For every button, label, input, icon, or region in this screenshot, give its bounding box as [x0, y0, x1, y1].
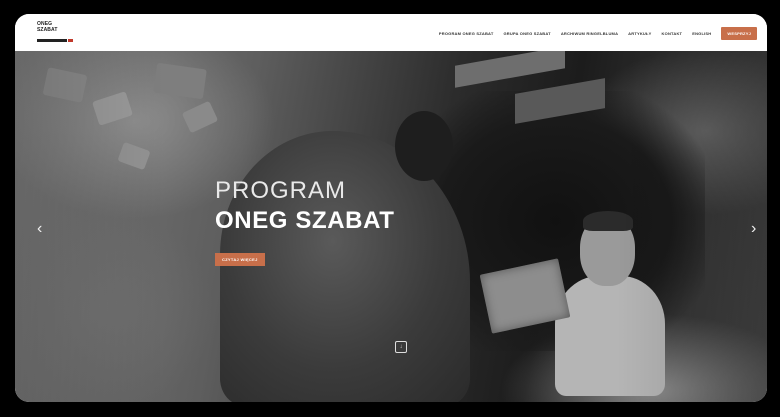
nav-item-program[interactable]: Program Oneg Szabat: [439, 31, 494, 36]
nav-item-grupa[interactable]: Grupa Oneg Szabat: [504, 31, 551, 36]
nav-item-archiwum[interactable]: Archiwum Ringelbluma: [561, 31, 618, 36]
main-nav: Program Oneg Szabat Grupa Oneg Szabat Ar…: [439, 26, 757, 40]
chevron-left-icon[interactable]: ‹: [37, 221, 42, 237]
device-frame: ONEG SZABAT Program Oneg Szabat Grupa On…: [0, 0, 780, 417]
hero-title-line2: ONEG SZABAT: [215, 207, 395, 234]
scroll-down-icon[interactable]: ↓: [395, 341, 407, 353]
read-more-button[interactable]: Czytaj więcej: [215, 253, 265, 266]
hero-title-line1: PROGRAM: [215, 177, 347, 204]
donate-button[interactable]: Wesprzyj: [721, 26, 757, 40]
nav-item-artykuly[interactable]: Artykuły: [628, 31, 651, 36]
site-header: ONEG SZABAT Program Oneg Szabat Grupa On…: [15, 14, 767, 52]
browser-viewport: ONEG SZABAT Program Oneg Szabat Grupa On…: [15, 14, 767, 402]
nav-item-kontakt[interactable]: Kontakt: [662, 31, 683, 36]
hero-slider: PROGRAM ONEG SZABAT Czytaj więcej ‹ › ↓: [15, 51, 767, 402]
chevron-right-icon[interactable]: ›: [751, 221, 756, 237]
nav-item-english[interactable]: English: [692, 31, 711, 36]
logo-mark: [37, 39, 73, 42]
logo-line-2: SZABAT: [37, 26, 58, 33]
site-logo[interactable]: ONEG SZABAT: [37, 21, 73, 44]
